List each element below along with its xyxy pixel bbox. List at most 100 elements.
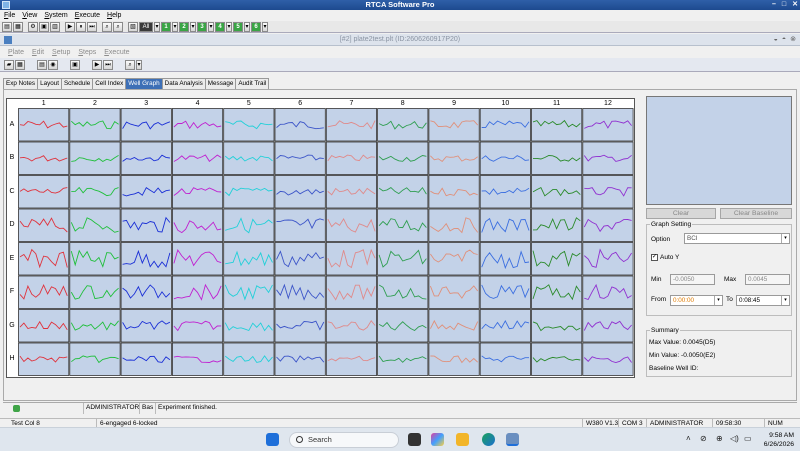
- well-E5[interactable]: [223, 242, 275, 276]
- well-H2[interactable]: [69, 342, 121, 376]
- plate-button-2[interactable]: 2: [179, 22, 189, 32]
- restore-icon[interactable]: ◓: [782, 34, 786, 46]
- well-F9[interactable]: [428, 275, 480, 309]
- well-C4[interactable]: [171, 175, 224, 209]
- well-F2[interactable]: [69, 275, 121, 309]
- to-field[interactable]: 0:08:45 ▾: [736, 295, 790, 306]
- plate-button-6[interactable]: 6: [251, 22, 261, 32]
- well-C9[interactable]: [428, 175, 480, 209]
- task-view-icon[interactable]: [408, 433, 421, 446]
- menu-edit[interactable]: Edit: [32, 47, 44, 58]
- well-C10[interactable]: [479, 175, 531, 209]
- layout-icon[interactable]: ▤: [37, 60, 47, 70]
- min-field[interactable]: -0.0050: [670, 274, 715, 285]
- well-E9[interactable]: [428, 242, 480, 276]
- well-A12[interactable]: [582, 108, 634, 142]
- close-icon[interactable]: ⊗: [790, 34, 796, 46]
- clear-baseline-button[interactable]: Clear Baseline: [720, 208, 792, 219]
- well-G4[interactable]: [171, 309, 224, 343]
- tab-audit-trail[interactable]: Audit Trail: [235, 78, 270, 89]
- chevron-down-icon[interactable]: ▾: [781, 296, 789, 305]
- well-H11[interactable]: [531, 342, 583, 376]
- play-icon[interactable]: ▶: [65, 22, 75, 32]
- well-B2[interactable]: [69, 141, 121, 175]
- restore-icon[interactable]: ◒: [774, 34, 778, 46]
- well-A6[interactable]: [274, 108, 326, 142]
- well-H4[interactable]: [171, 342, 224, 376]
- well-D11[interactable]: [531, 208, 583, 242]
- skip-icon[interactable]: ⏭: [87, 22, 97, 32]
- plate-button-3[interactable]: 3: [197, 22, 207, 32]
- chevron-down-icon[interactable]: ▾: [154, 22, 160, 32]
- zoom-fit-icon[interactable]: ⌕: [113, 22, 123, 32]
- well-F6[interactable]: [274, 275, 326, 309]
- well-G11[interactable]: [531, 309, 583, 343]
- network-icon[interactable]: ⊘: [700, 434, 707, 443]
- menu-setup[interactable]: Setup: [52, 47, 70, 58]
- plate-button-4[interactable]: 4: [215, 22, 225, 32]
- menu-steps[interactable]: Steps: [78, 47, 96, 58]
- well-B11[interactable]: [531, 141, 583, 175]
- tab-layout[interactable]: Layout: [37, 78, 62, 89]
- menu-plate[interactable]: Plate: [8, 47, 24, 58]
- all-plates-button[interactable]: All: [139, 22, 153, 32]
- well-D10[interactable]: [479, 208, 531, 242]
- skip-icon[interactable]: ⏭: [103, 60, 113, 70]
- print-icon[interactable]: ▥: [50, 22, 60, 32]
- well-G5[interactable]: [223, 309, 275, 343]
- menu-view[interactable]: View: [22, 10, 37, 21]
- well-F5[interactable]: [223, 275, 275, 309]
- chevron-down-icon[interactable]: ▾: [190, 22, 196, 32]
- edge-icon[interactable]: [482, 433, 495, 446]
- tab-message[interactable]: Message: [204, 78, 237, 89]
- well-C8[interactable]: [377, 175, 429, 209]
- chevron-down-icon[interactable]: ▾: [781, 234, 789, 243]
- globe-icon[interactable]: ⊕: [716, 434, 723, 443]
- tab-cell-index[interactable]: Cell Index: [92, 78, 127, 89]
- from-field[interactable]: 0:00:00 ▾: [670, 295, 723, 306]
- tab-data-analysis[interactable]: Data Analysis: [161, 78, 206, 89]
- chevron-down-icon[interactable]: ▾: [226, 22, 232, 32]
- taskbar-search[interactable]: Search: [289, 432, 399, 448]
- battery-icon[interactable]: ▭: [744, 434, 752, 443]
- calc-icon[interactable]: ▧: [128, 22, 138, 32]
- taskbar-clock[interactable]: 9:58 AM 6/26/2026: [756, 431, 794, 449]
- max-field[interactable]: 0.0045: [745, 274, 790, 285]
- well-G3[interactable]: [120, 309, 172, 343]
- well-E3[interactable]: [120, 242, 172, 276]
- well-H8[interactable]: [377, 342, 429, 376]
- lock-icon[interactable]: ▣: [39, 22, 49, 32]
- well-G8[interactable]: [377, 309, 429, 343]
- clear-button[interactable]: Clear: [646, 208, 716, 219]
- tab-schedule[interactable]: Schedule: [60, 78, 94, 89]
- well-D2[interactable]: [69, 208, 121, 242]
- volume-icon[interactable]: ◁): [730, 434, 739, 443]
- open-icon[interactable]: ▤: [2, 22, 12, 32]
- well-H9[interactable]: [428, 342, 480, 376]
- chevron-down-icon[interactable]: ▾: [136, 60, 142, 70]
- well-D1[interactable]: [18, 208, 70, 242]
- well-B8[interactable]: [377, 141, 429, 175]
- close-icon[interactable]: ✕: [792, 0, 798, 10]
- windows-start-icon[interactable]: [266, 433, 279, 446]
- chevron-down-icon[interactable]: ▾: [208, 22, 214, 32]
- menu-file[interactable]: File: [4, 10, 15, 21]
- tab-exp-notes[interactable]: Exp Notes: [3, 78, 39, 89]
- chevron-down-icon[interactable]: ▾: [262, 22, 268, 32]
- well-D5[interactable]: [223, 208, 275, 242]
- chevron-down-icon[interactable]: ▾: [244, 22, 250, 32]
- chevron-up-icon[interactable]: ˄: [686, 434, 691, 443]
- well-G2[interactable]: [69, 309, 121, 343]
- pause-icon[interactable]: ⏸: [76, 22, 86, 32]
- minimize-icon[interactable]: –: [772, 0, 776, 10]
- menu-execute[interactable]: Execute: [75, 10, 100, 21]
- save-icon[interactable]: ▦: [13, 22, 23, 32]
- well-E1[interactable]: [18, 242, 70, 276]
- well-B9[interactable]: [428, 141, 480, 175]
- camera-icon[interactable]: ◉: [48, 60, 58, 70]
- settings-icon[interactable]: ⚙: [28, 22, 38, 32]
- play-icon[interactable]: ▶: [92, 60, 102, 70]
- well-D9[interactable]: [428, 208, 480, 242]
- well-D7[interactable]: [325, 208, 377, 242]
- well-F3[interactable]: [120, 275, 172, 309]
